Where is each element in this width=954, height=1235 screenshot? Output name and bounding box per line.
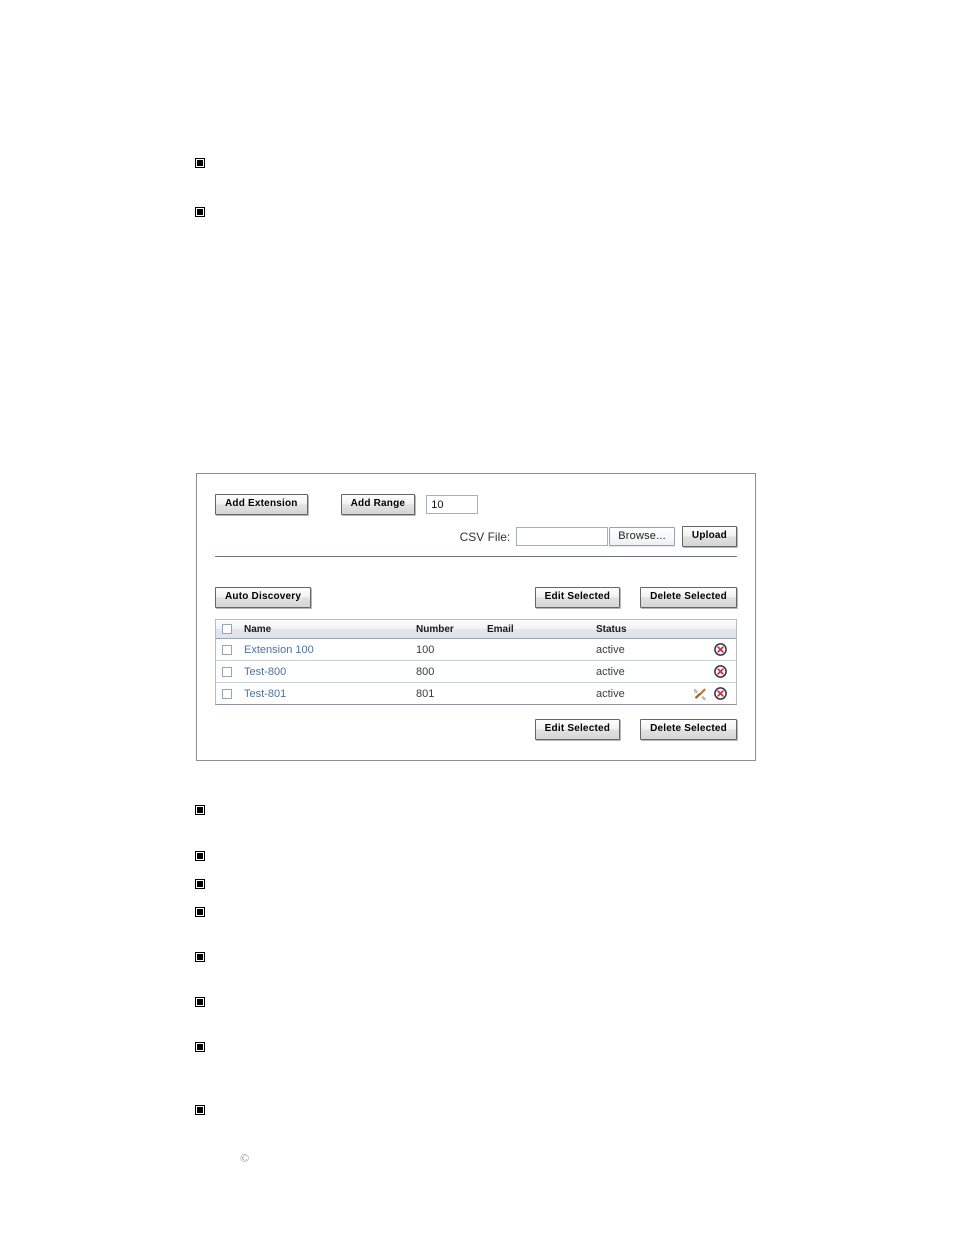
row-actions-cell (674, 664, 736, 680)
document-bullet (196, 908, 204, 916)
cell-status: active (596, 665, 625, 678)
delete-circle-icon[interactable] (710, 686, 730, 702)
table-actions-top: Auto Discovery Edit Selected Delete Sele… (215, 587, 737, 608)
cell-number: 800 (416, 665, 435, 678)
edit-selected-button-bottom[interactable]: Edit Selected (534, 719, 621, 740)
add-extension-button[interactable]: Add Extension (215, 494, 308, 515)
table-header-row: Name Number Email Status (216, 620, 736, 639)
csv-upload-row: CSV File: Browse... Upload (460, 526, 737, 547)
extension-name-link[interactable]: Test-800 (244, 666, 286, 678)
cell-number: 100 (416, 643, 435, 656)
document-bullet (196, 880, 204, 888)
document-bullet (196, 1043, 204, 1051)
upload-button[interactable]: Upload (681, 526, 737, 547)
document-bullet (196, 208, 204, 216)
column-header-email[interactable]: Email (487, 624, 596, 635)
document-bullet (196, 852, 204, 860)
column-header-number[interactable]: Number (416, 624, 487, 635)
row-checkbox[interactable] (222, 644, 232, 655)
auto-discovery-button[interactable]: Auto Discovery (215, 587, 312, 608)
table-row: Test-800 800 active (216, 661, 736, 683)
row-select-cell (222, 688, 244, 699)
document-bullet (196, 806, 204, 814)
extensions-table: Name Number Email Status Extension 100 1… (215, 619, 737, 705)
selected-actions-top: Edit Selected Delete Selected (534, 587, 737, 608)
document-bullet (196, 953, 204, 961)
extensions-management-panel: Add Extension Add Range CSV File: Browse… (196, 473, 756, 761)
document-bullet (196, 1106, 204, 1114)
extension-name-link[interactable]: Extension 100 (244, 644, 314, 656)
add-range-button[interactable]: Add Range (340, 494, 416, 515)
tool-icon-placeholder (690, 664, 710, 680)
delete-selected-button-top[interactable]: Delete Selected (640, 587, 737, 608)
cell-number: 801 (416, 687, 435, 700)
cell-name: Test-801 (244, 688, 416, 700)
browse-button[interactable]: Browse... (609, 527, 675, 546)
table-row: Test-801 801 active (216, 683, 736, 704)
edit-selected-button-top[interactable]: Edit Selected (534, 587, 621, 608)
csv-file-input[interactable] (516, 527, 609, 546)
delete-circle-icon[interactable] (710, 642, 730, 658)
table-row: Extension 100 100 active (216, 639, 736, 661)
add-toolbar: Add Extension Add Range (215, 494, 479, 515)
configure-tools-icon[interactable] (690, 686, 710, 702)
copyright-symbol: © (240, 1151, 250, 1165)
cell-name: Test-800 (244, 666, 416, 678)
cell-name: Extension 100 (244, 644, 416, 656)
row-actions-cell (674, 686, 736, 702)
cell-status: active (596, 687, 625, 700)
row-actions-cell (674, 642, 736, 658)
tool-icon-placeholder (690, 642, 710, 658)
column-header-status[interactable]: Status (596, 624, 674, 635)
delete-selected-button-bottom[interactable]: Delete Selected (640, 719, 737, 740)
column-header-name[interactable]: Name (244, 624, 416, 635)
table-actions-bottom: Edit Selected Delete Selected (534, 719, 737, 740)
row-select-cell (222, 666, 244, 677)
range-count-input[interactable] (426, 495, 479, 514)
csv-file-label: CSV File: (459, 529, 511, 544)
delete-circle-icon[interactable] (710, 664, 730, 680)
section-divider (215, 556, 737, 557)
row-checkbox[interactable] (222, 666, 232, 677)
select-all-checkbox[interactable] (222, 624, 232, 634)
document-bullet (196, 998, 204, 1006)
extension-name-link[interactable]: Test-801 (244, 688, 286, 700)
row-checkbox[interactable] (222, 688, 232, 699)
document-bullet (196, 159, 204, 167)
cell-status: active (596, 643, 625, 656)
row-select-cell (222, 644, 244, 655)
select-all-cell (222, 624, 244, 634)
